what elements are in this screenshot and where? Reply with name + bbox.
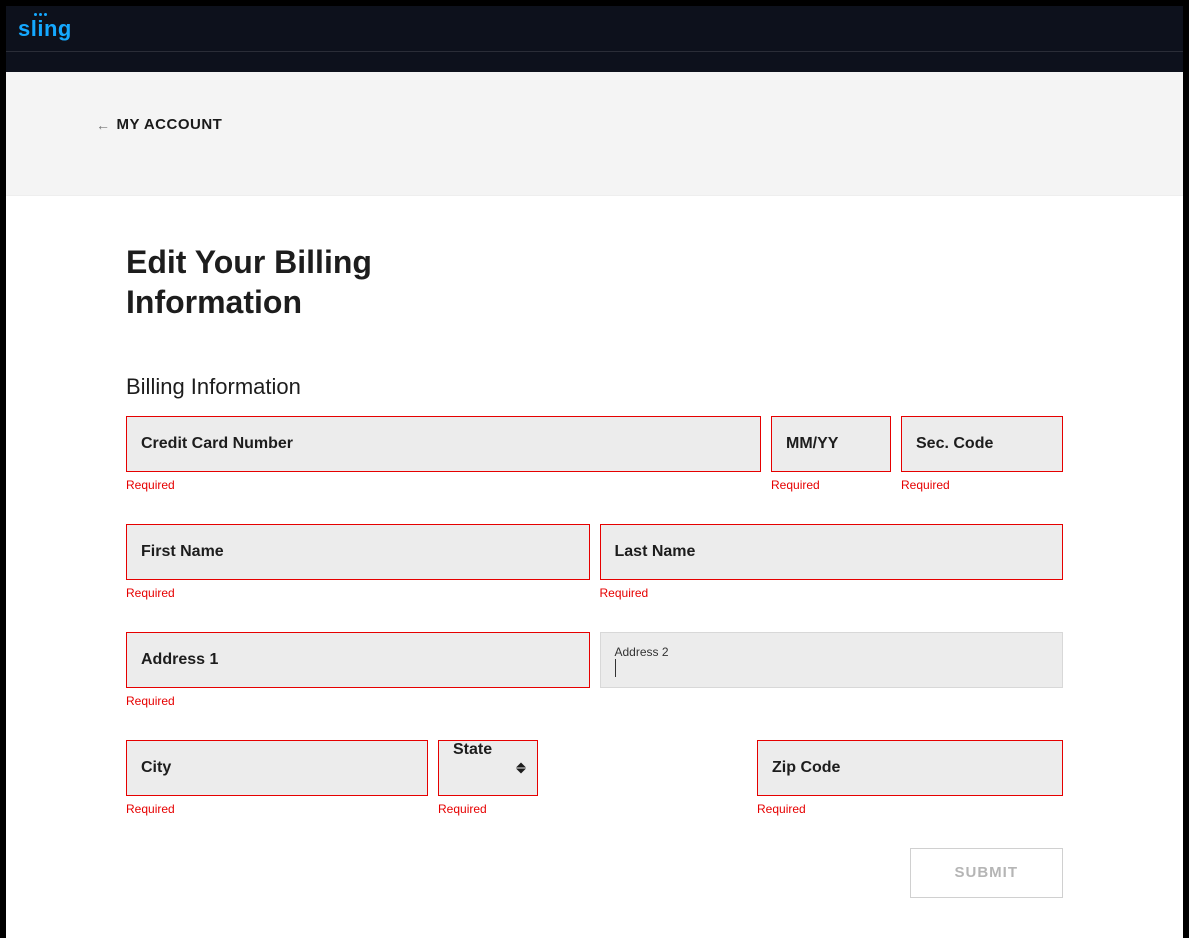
field-city: Required [126, 740, 428, 816]
field-state: State Required [438, 740, 538, 816]
breadcrumb-area: ← MY ACCOUNT [6, 72, 1183, 196]
address1-input[interactable] [126, 632, 590, 688]
city-input[interactable] [126, 740, 428, 796]
page-title: Edit Your Billing Information [126, 242, 476, 322]
first-name-error: Required [126, 586, 590, 600]
field-sec-code: Required [901, 416, 1063, 492]
form-row-name: Required Required [126, 524, 1063, 600]
state-select[interactable]: State [438, 740, 538, 796]
last-name-input[interactable] [600, 524, 1064, 580]
arrow-left-icon: ← [96, 117, 111, 133]
section-title: Billing Information [126, 374, 1063, 400]
form-row-address: Required Address 2 [126, 632, 1063, 708]
field-exp: Required [771, 416, 891, 492]
sec-code-input[interactable] [901, 416, 1063, 472]
field-first-name: Required [126, 524, 590, 600]
spacer [548, 740, 747, 816]
field-last-name: Required [600, 524, 1064, 600]
state-error: Required [438, 802, 538, 816]
field-cc-number: Required [126, 416, 761, 492]
last-name-error: Required [600, 586, 1064, 600]
sec-code-error: Required [901, 478, 1063, 492]
exp-error: Required [771, 478, 891, 492]
brand-logo[interactable]: sling [18, 16, 72, 42]
field-address1: Required [126, 632, 590, 708]
form-row-card: Required Required Required [126, 416, 1063, 492]
main-content: Edit Your Billing Information Billing In… [6, 196, 1183, 938]
form-row-locality: Required State Required Required [126, 740, 1063, 816]
app-frame: sling ← MY ACCOUNT Edit Your Billing Inf… [6, 6, 1183, 938]
back-to-account-link[interactable]: ← MY ACCOUNT [96, 116, 222, 133]
secondary-bar [6, 52, 1183, 72]
submit-button[interactable]: SUBMIT [910, 848, 1064, 898]
logo-dots-icon [34, 13, 47, 16]
address2-input[interactable]: Address 2 [600, 632, 1064, 688]
breadcrumb-label: MY ACCOUNT [117, 116, 223, 133]
zip-input[interactable] [757, 740, 1063, 796]
zip-error: Required [757, 802, 1063, 816]
field-address2: Address 2 [600, 632, 1064, 708]
brand-name: sling [18, 16, 72, 41]
first-name-input[interactable] [126, 524, 590, 580]
field-zip: Required [757, 740, 1063, 816]
address2-label: Address 2 [615, 645, 1049, 659]
top-bar: sling [6, 6, 1183, 52]
cc-number-input[interactable] [126, 416, 761, 472]
address1-error: Required [126, 694, 590, 708]
cc-number-error: Required [126, 478, 761, 492]
address2-value [615, 659, 1049, 677]
submit-row: SUBMIT [126, 848, 1063, 898]
exp-input[interactable] [771, 416, 891, 472]
city-error: Required [126, 802, 428, 816]
